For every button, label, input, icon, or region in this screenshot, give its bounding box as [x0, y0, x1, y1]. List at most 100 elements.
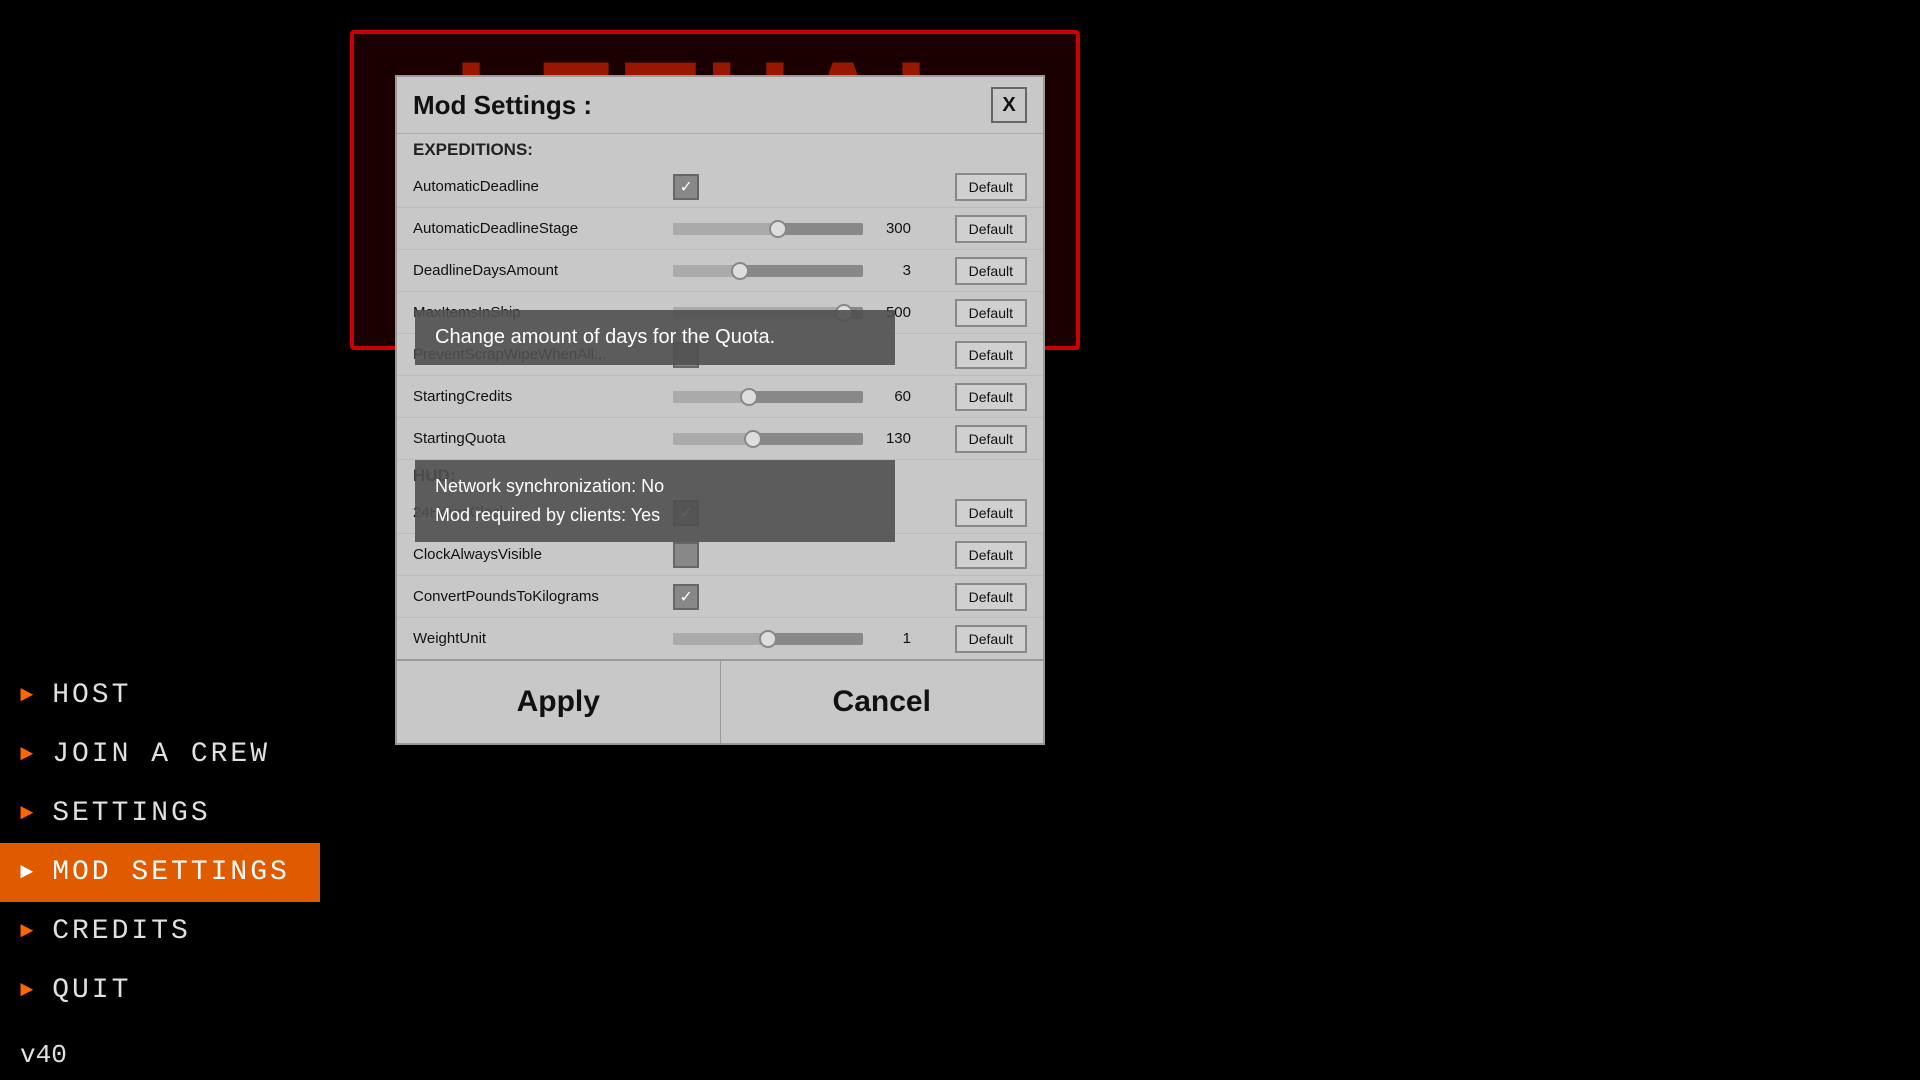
- default-button[interactable]: Default: [955, 341, 1027, 369]
- sidebar: ► Host ► Join a crew ► Settings ► Mod Se…: [0, 0, 320, 1080]
- sidebar-item-label: Mod Settings: [52, 857, 290, 888]
- slider-track[interactable]: [673, 307, 863, 319]
- setting-name: MaxItemsInShip: [413, 304, 673, 321]
- slider-thumb[interactable]: [740, 388, 758, 406]
- slider-thumb[interactable]: [731, 262, 749, 280]
- setting-row: StartingCredits 60 Default: [397, 376, 1043, 418]
- default-button[interactable]: Default: [955, 257, 1027, 285]
- setting-control: 60: [673, 388, 955, 405]
- setting-control: [673, 500, 955, 526]
- setting-control: [673, 542, 955, 568]
- slider-container: 300: [673, 220, 955, 237]
- slider-container: 130: [673, 430, 955, 447]
- sidebar-item-quit[interactable]: ► Quit: [0, 961, 320, 1020]
- default-button[interactable]: Default: [955, 383, 1027, 411]
- modal-close-button[interactable]: X: [991, 87, 1027, 123]
- setting-row: 24HoursClock Default: [397, 492, 1043, 534]
- setting-row: AutomaticDeadline Default: [397, 166, 1043, 208]
- sidebar-item-host[interactable]: ► Host: [0, 666, 320, 725]
- default-button[interactable]: Default: [955, 299, 1027, 327]
- slider-track[interactable]: [673, 433, 863, 445]
- slider-value: 1: [871, 630, 911, 647]
- default-button[interactable]: Default: [955, 541, 1027, 569]
- checkbox-24hours[interactable]: [673, 500, 699, 526]
- setting-row: ClockAlwaysVisible Default: [397, 534, 1043, 576]
- setting-name: ClockAlwaysVisible: [413, 546, 673, 563]
- default-button[interactable]: Default: [955, 173, 1027, 201]
- setting-control: [673, 584, 955, 610]
- setting-name: WeightUnit: [413, 630, 673, 647]
- section-expeditions: EXPEDITIONS:: [397, 134, 1043, 166]
- slider-value: 500: [871, 304, 911, 321]
- section-hud: HUD:: [397, 460, 1043, 492]
- slider-fill: [673, 433, 753, 445]
- modal-content[interactable]: EXPEDITIONS: AutomaticDeadline Default A…: [397, 134, 1043, 659]
- sidebar-item-label: Credits: [52, 916, 191, 947]
- slider-fill: [673, 307, 844, 319]
- slider-track[interactable]: [673, 633, 863, 645]
- checkbox-automatic-deadline[interactable]: [673, 174, 699, 200]
- checkbox-convert-pounds[interactable]: [673, 584, 699, 610]
- checkbox-clock-visible[interactable]: [673, 542, 699, 568]
- slider-thumb[interactable]: [835, 304, 853, 322]
- setting-name: ConvertPoundsToKilograms: [413, 588, 673, 605]
- slider-track[interactable]: [673, 223, 863, 235]
- slider-fill: [673, 223, 778, 235]
- setting-control: 500: [673, 304, 955, 321]
- sidebar-item-settings[interactable]: ► Settings: [0, 784, 320, 843]
- default-button[interactable]: Default: [955, 215, 1027, 243]
- setting-name: AutomaticDeadline: [413, 178, 673, 195]
- slider-thumb[interactable]: [759, 630, 777, 648]
- cancel-button[interactable]: Cancel: [721, 661, 1044, 743]
- setting-name: 24HoursClock: [413, 504, 673, 521]
- setting-control: 130: [673, 430, 955, 447]
- slider-value: 3: [871, 262, 911, 279]
- setting-row: DeadlineDaysAmount 3 Default: [397, 250, 1043, 292]
- modal-header: Mod Settings : X: [397, 77, 1043, 134]
- slider-container: 60: [673, 388, 955, 405]
- slider-track[interactable]: [673, 265, 863, 277]
- modal-footer: Apply Cancel: [397, 659, 1043, 743]
- sidebar-item-credits[interactable]: ► Credits: [0, 902, 320, 961]
- apply-button[interactable]: Apply: [397, 661, 721, 743]
- setting-row: MaxItemsInShip 500 Default: [397, 292, 1043, 334]
- chevron-icon: ►: [20, 919, 36, 944]
- chevron-icon: ►: [20, 683, 36, 708]
- slider-thumb[interactable]: [769, 220, 787, 238]
- setting-control: 3: [673, 262, 955, 279]
- sidebar-item-join-crew[interactable]: ► Join a crew: [0, 725, 320, 784]
- setting-name: StartingCredits: [413, 388, 673, 405]
- default-button[interactable]: Default: [955, 425, 1027, 453]
- slider-container: 1: [673, 630, 955, 647]
- setting-name: AutomaticDeadlineStage: [413, 220, 673, 237]
- setting-row: AutomaticDeadlineStage 300 Default: [397, 208, 1043, 250]
- setting-row: PreventScrapWipeWhenAll... Default: [397, 334, 1043, 376]
- default-button[interactable]: Default: [955, 583, 1027, 611]
- setting-name: PreventScrapWipeWhenAll...: [413, 346, 673, 363]
- slider-fill: [673, 391, 749, 403]
- slider-track[interactable]: [673, 391, 863, 403]
- slider-thumb[interactable]: [744, 430, 762, 448]
- setting-name: StartingQuota: [413, 430, 673, 447]
- chevron-icon: ►: [20, 860, 36, 885]
- setting-control: 1: [673, 630, 955, 647]
- setting-name: DeadlineDaysAmount: [413, 262, 673, 279]
- sidebar-item-label: Host: [52, 680, 131, 711]
- mod-settings-modal: Mod Settings : X EXPEDITIONS: AutomaticD…: [395, 75, 1045, 745]
- sidebar-item-label: Quit: [52, 975, 131, 1006]
- setting-row: ConvertPoundsToKilograms Default: [397, 576, 1043, 618]
- setting-control: [673, 174, 955, 200]
- slider-value: 60: [871, 388, 911, 405]
- slider-value: 130: [871, 430, 911, 447]
- default-button[interactable]: Default: [955, 499, 1027, 527]
- chevron-icon: ►: [20, 801, 36, 826]
- chevron-icon: ►: [20, 742, 36, 767]
- checkbox-prevent-scrap[interactable]: [673, 342, 699, 368]
- sidebar-item-label: Join a crew: [52, 739, 270, 770]
- sidebar-item-mod-settings[interactable]: ► Mod Settings: [0, 843, 320, 902]
- setting-control: [673, 342, 955, 368]
- slider-fill: [673, 633, 768, 645]
- default-button[interactable]: Default: [955, 625, 1027, 653]
- slider-container: 500: [673, 304, 955, 321]
- modal-title: Mod Settings :: [413, 90, 592, 121]
